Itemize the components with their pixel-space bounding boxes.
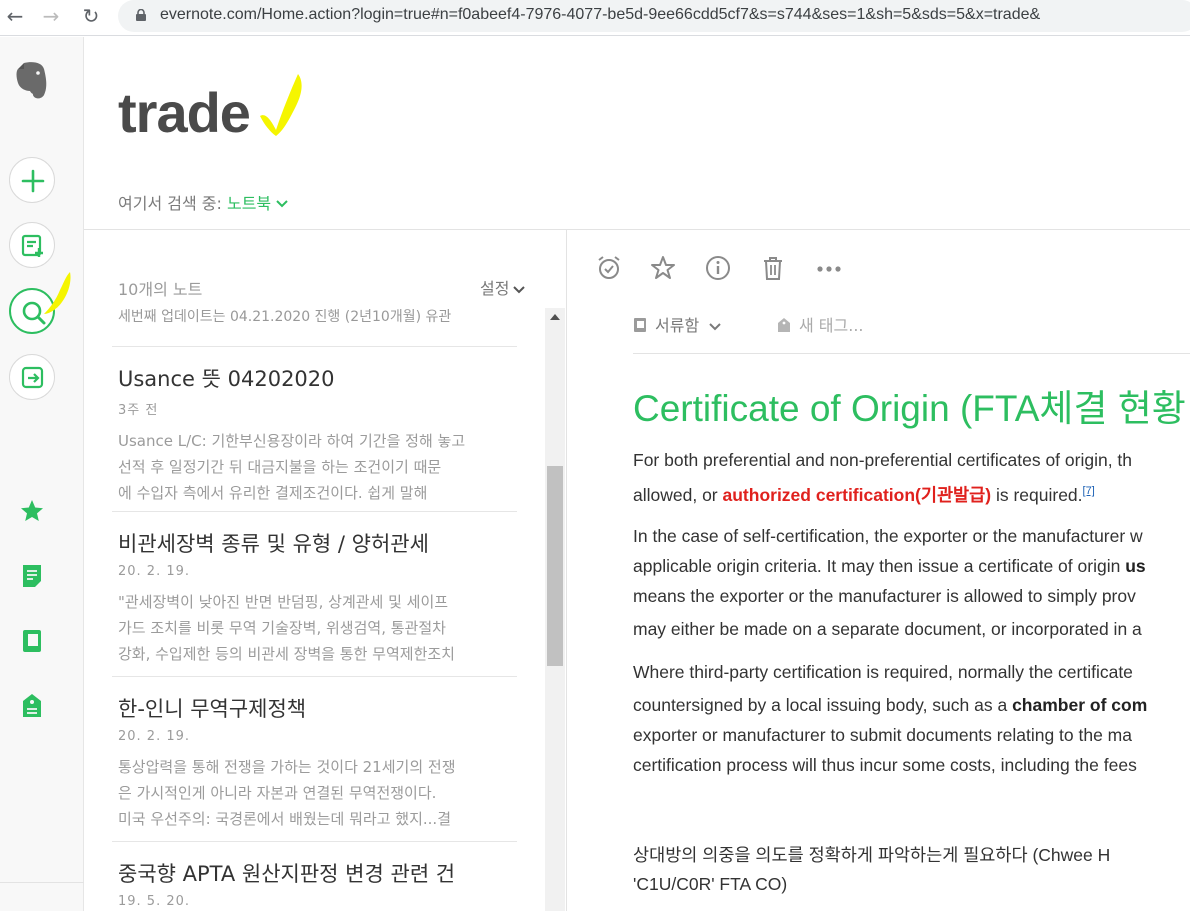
note-title: 한-인니 무역구제정책 — [118, 697, 307, 721]
new-item-icon — [21, 234, 43, 257]
note-title: Usance 뜻 04202020 — [118, 367, 335, 391]
forward-arrow-icon[interactable]: → — [38, 4, 64, 28]
body-line[interactable]: countersigned by a local issuing body, s… — [633, 695, 1190, 716]
body-text-red: authorized certification(기관발급) — [722, 485, 992, 505]
body-text-bold: chamber of com — [1012, 695, 1148, 715]
note-date: 20. 2. 19. — [118, 564, 191, 579]
browser-toolbar: ← → ↻ evernote.com/Home.action?login=tru… — [0, 0, 1190, 36]
sidebar — [0, 37, 84, 911]
new-note-button[interactable] — [9, 157, 55, 203]
back-arrow-icon[interactable]: ← — [2, 4, 28, 28]
footnote-link[interactable]: [7] — [1083, 485, 1095, 497]
note-snippet-partial: 세번째 업데이트는 04.21.2020 진행 (2년10개월) 유관 — [118, 309, 452, 325]
note-snippet-line: 은 가시적인게 아니라 자본과 연결된 무역전쟁이다. — [118, 784, 437, 802]
trash-icon[interactable] — [759, 254, 787, 282]
note-date: 19. 5. 20. — [118, 894, 191, 909]
body-line[interactable]: Where third-party certification is requi… — [633, 662, 1190, 683]
body-text: countersigned by a local issuing body, s… — [633, 695, 1013, 715]
note-heading[interactable]: Certificate of Origin (FTA체결 현황 — [633, 378, 1186, 432]
sidebar-divider — [0, 882, 84, 883]
list-settings-dropdown[interactable]: 설정 — [480, 275, 526, 299]
tags-icon[interactable] — [21, 693, 43, 719]
body-line[interactable]: For both preferential and non-preferenti… — [633, 450, 1190, 471]
note-count: 10개의 노트 — [118, 280, 203, 299]
note-snippet-line: "관세장벽이 낮아진 반면 반덤핑, 상계관세 및 세이프 — [118, 593, 449, 611]
settings-label: 설정 — [480, 279, 510, 298]
chevron-down-icon — [513, 286, 526, 294]
body-text-bold: us — [1125, 556, 1146, 576]
new-item-button[interactable] — [9, 222, 55, 268]
marker-highlight-title — [260, 74, 302, 136]
note-snippet: "관세장벽이 낮아진 반면 반덤핑, 상계관세 및 세이프 가드 조치를 비롯 … — [118, 589, 517, 667]
body-line[interactable]: means the exporter or the manufacturer i… — [633, 586, 1190, 607]
page-title: trade — [118, 81, 251, 144]
notebook-name: 서류함 — [655, 316, 700, 335]
note-date: 20. 2. 19. — [118, 729, 191, 744]
note-card[interactable]: 비관세장벽 종류 및 유형 / 양허관세 20. 2. 19. "관세장벽이 낮… — [112, 511, 517, 677]
body-line[interactable]: 'C1U/C0R' FTA CO) — [633, 874, 1190, 895]
note-list-panel: 10개의 노트 설정 세번째 업데이트는 04.21.2020 진행 (2년10… — [84, 230, 567, 911]
note-snippet-line: 에 수입자 측에서 유리한 결제조건이다. 쉽게 말해 — [118, 484, 428, 502]
note-editor: 서류함 새 태그... Certificate of Origin (FTA체결… — [567, 230, 1190, 911]
note-snippet-line: 통상압력을 통해 전쟁을 가하는 것이다 21세기의 전쟁 — [118, 758, 456, 776]
body-line[interactable]: In the case of self-certification, the e… — [633, 526, 1190, 547]
note-card[interactable]: 한-인니 무역구제정책 20. 2. 19. 통상압력을 통해 전쟁을 가하는 … — [112, 676, 517, 842]
work-chat-icon — [21, 366, 44, 389]
body-line[interactable]: may either be made on a separate documen… — [633, 619, 1190, 640]
note-title: 중국향 APTA 원산지판정 변경 관련 건 — [118, 862, 456, 886]
body-text: is required. — [991, 485, 1083, 505]
more-options-icon[interactable] — [815, 254, 843, 282]
search-scope-prefix: 여기서 검색 중: — [118, 194, 222, 213]
evernote-logo-icon[interactable] — [12, 59, 50, 103]
note-snippet-line: Usance L/C: 기한부신용장이라 하여 기간을 정해 놓고 — [118, 432, 466, 450]
notebook-icon — [634, 318, 646, 332]
work-chat-button[interactable] — [9, 354, 55, 400]
info-icon[interactable] — [704, 254, 732, 282]
body-text: applicable origin criteria. It may then … — [633, 556, 1126, 576]
body-line[interactable]: exporter or manufacturer to submit docum… — [633, 725, 1190, 746]
note-list: 세번째 업데이트는 04.21.2020 진행 (2년10개월) 유관 Usan… — [84, 308, 544, 911]
url-text[interactable]: evernote.com/Home.action?login=true#n=f0… — [160, 6, 1040, 24]
body-line[interactable]: 상대방의 의중을 의도를 정확하게 파악하는게 필요하다 (Chwee H — [633, 842, 1190, 867]
reminder-alarm-icon[interactable] — [595, 254, 623, 282]
note-card[interactable]: Usance 뜻 04202020 3주 전 Usance L/C: 기한부신용… — [112, 346, 517, 512]
note-date: 3주 전 — [118, 403, 159, 418]
reload-icon[interactable]: ↻ — [78, 4, 104, 28]
meta-divider — [633, 353, 1190, 354]
search-scope-dropdown[interactable]: 노트북 — [227, 194, 289, 213]
note-card[interactable]: 중국향 APTA 원산지판정 변경 관련 건 19. 5. 20. — [112, 841, 517, 911]
notebooks-icon[interactable] — [21, 628, 43, 654]
body-line[interactable]: certification process will thus incur so… — [633, 755, 1190, 776]
search-icon — [22, 301, 46, 325]
note-list-scrollbar[interactable] — [545, 308, 565, 911]
tag-icon — [778, 318, 790, 332]
tag-placeholder: 새 태그... — [799, 316, 864, 335]
search-scope-label: 여기서 검색 중: 노트북 — [118, 190, 289, 214]
body-text: allowed, or — [633, 485, 723, 505]
note-snippet-line: 미국 우선주의: 국경론에서 배웠는데 뭐라고 했지...결 — [118, 810, 452, 828]
note-snippet: 통상압력을 통해 전쟁을 가하는 것이다 21세기의 전쟁 은 가시적인게 아니… — [118, 754, 517, 832]
note-snippet-line: 선적 후 일정기간 뒤 대금지불을 하는 조건이기 때문 — [118, 458, 442, 476]
search-scope-value: 노트북 — [226, 194, 272, 213]
search-button[interactable] — [9, 288, 55, 334]
note-snippet: Usance L/C: 기한부신용장이라 하여 기간을 정해 놓고 선적 후 일… — [118, 428, 517, 506]
notebook-selector[interactable]: 서류함 — [633, 312, 721, 336]
lock-icon — [136, 9, 146, 21]
scroll-thumb[interactable] — [547, 466, 563, 666]
chevron-down-icon — [709, 323, 721, 331]
chevron-down-icon — [276, 200, 288, 208]
body-line[interactable]: allowed, or authorized certification(기관발… — [633, 482, 1190, 507]
tag-input[interactable]: 새 태그... — [777, 312, 864, 336]
shortcuts-star-icon[interactable] — [19, 498, 45, 524]
plus-icon — [21, 169, 45, 193]
note-snippet-line: 강화, 수입제한 등의 비관세 장벽을 통한 무역제한조치 — [118, 645, 455, 663]
note-snippet-line: 가드 조치를 비롯 무역 기술장벽, 위생검역, 통관절차 — [118, 619, 446, 637]
note-title: 비관세장벽 종류 및 유형 / 양허관세 — [118, 532, 429, 556]
star-icon[interactable] — [649, 254, 677, 282]
scroll-up-arrow-icon[interactable] — [550, 314, 560, 320]
body-line[interactable]: applicable origin criteria. It may then … — [633, 556, 1190, 577]
notes-icon[interactable] — [21, 563, 43, 589]
